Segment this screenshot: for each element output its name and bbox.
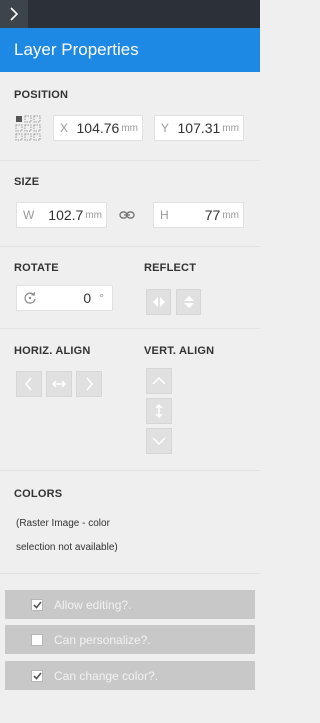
colors-title: COLORS [14,488,63,500]
option-can-change-color[interactable]: Can change color?. [5,661,255,690]
size-height-field[interactable]: H 77 mm [153,202,244,228]
chevron-down-icon [152,437,166,446]
align-center-horizontal-button[interactable] [46,371,72,397]
anchor-grid-icon[interactable] [15,115,41,141]
y-label: Y [161,121,170,135]
divider [0,328,260,329]
reflect-horizontal-button[interactable] [146,289,171,315]
x-label: X [60,121,69,135]
chevron-right-icon [10,7,19,21]
y-value: 107.31 [177,120,221,136]
w-value: 102.7 [48,207,84,223]
link-icon[interactable] [119,210,135,220]
position-title: POSITION [14,89,69,101]
h-unit: mm [222,209,239,221]
rotate-icon [24,292,36,304]
chevron-up-icon [152,376,166,385]
chevron-right-icon [86,377,93,391]
arrows-horizontal-icon [51,380,67,388]
x-unit: mm [121,122,138,134]
reflect-title: REFLECT [144,262,197,274]
flip-horizontal-icon [152,297,165,307]
align-bottom-button[interactable] [146,428,172,454]
arrows-vertical-icon [155,403,163,419]
divider [0,160,260,161]
allow-editing-checkbox[interactable] [31,598,43,611]
collapse-panel-button[interactable] [0,0,28,28]
h-value: 77 [204,207,221,223]
horiz-align-title: HORIZ. ALIGN [14,345,91,357]
can-personalize-label: Can personalize?. [54,632,151,647]
allow-editing-label: Allow editing?. [54,597,132,612]
rotate-unit: ° [99,291,104,305]
position-x-field[interactable]: X 104.76 mm [53,115,143,141]
align-right-button[interactable] [76,371,102,397]
option-can-personalize[interactable]: Can personalize?. [5,625,255,654]
chevron-left-icon [25,377,32,391]
reflect-vertical-button[interactable] [176,289,201,315]
checkmark-icon [32,671,42,680]
rotate-title: ROTATE [14,262,59,274]
align-top-button[interactable] [146,368,172,394]
vert-align-title: VERT. ALIGN [144,345,215,357]
h-label: H [160,208,169,222]
can-change-color-label: Can change color?. [54,668,159,683]
x-value: 104.76 [76,120,120,136]
colors-note-line-1: (Raster Image - color [16,518,110,529]
size-width-field[interactable]: W 102.7 mm [16,202,107,228]
divider [0,246,260,247]
can-personalize-checkbox[interactable] [31,633,43,646]
divider [0,573,260,574]
checkmark-icon [32,600,42,609]
position-y-field[interactable]: Y 107.31 mm [154,115,244,141]
w-label: W [23,208,35,222]
align-left-button[interactable] [16,371,42,397]
rotate-field[interactable]: 0 ° [16,285,113,311]
align-center-vertical-button[interactable] [146,398,172,424]
flip-vertical-icon [183,296,194,308]
size-title: SIZE [14,176,40,188]
can-change-color-checkbox[interactable] [31,669,43,682]
colors-note-line-2: selection not available) [16,542,118,553]
y-unit: mm [222,122,239,134]
option-allow-editing[interactable]: Allow editing?. [5,590,255,619]
w-unit: mm [85,209,102,221]
divider [0,470,260,471]
rotate-value: 0 [83,290,92,306]
panel-title: Layer Properties [0,28,260,72]
top-bar [0,0,260,28]
